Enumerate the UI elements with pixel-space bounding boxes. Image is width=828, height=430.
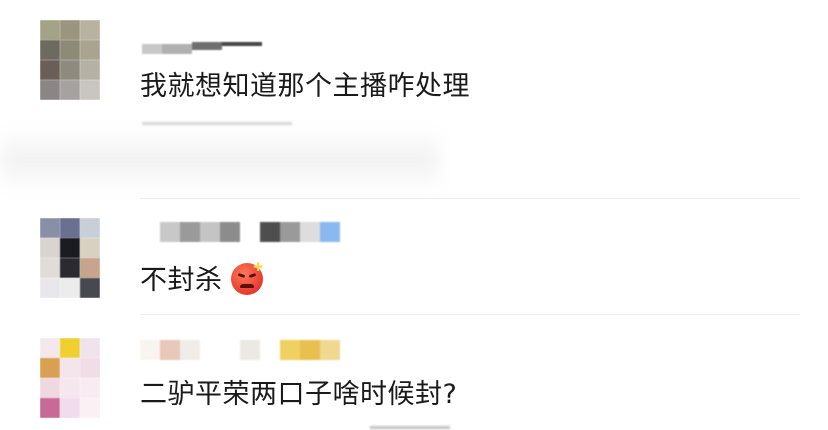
comment-text: 我就想知道那个主播咋处理 [140,71,470,102]
username[interactable] [140,340,340,360]
comment-meta [142,122,292,125]
avatar[interactable] [40,338,100,418]
divider [140,314,800,315]
angry-face-icon: ✚ [230,261,263,295]
image-smear [0,130,440,190]
divider [140,198,800,199]
avatar[interactable] [40,218,100,298]
username[interactable] [160,222,340,242]
comment-meta [370,426,450,429]
avatar[interactable] [40,20,100,100]
username[interactable] [142,38,262,58]
comment-item: 我就想知道那个主播咋处理 [0,0,828,190]
comment-item: 二驴平荣两口子啥时候封? [0,318,828,430]
comment-text: 不封杀 ✚ [140,258,263,298]
comment-text: 二驴平荣两口子啥时候封? [140,379,458,410]
comment-item: 不封杀 ✚ [0,200,828,315]
comment-text-content: 不封杀 [140,265,223,296]
